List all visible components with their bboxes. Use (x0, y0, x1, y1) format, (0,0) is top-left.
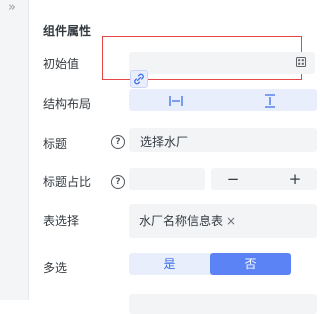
decrement-button[interactable]: − (223, 168, 243, 190)
table-select-label: 表选择 (43, 214, 80, 228)
table-tag: 水厂名称信息表 × (139, 212, 236, 229)
multi-select-toggle: 是 否 (129, 253, 291, 275)
grid-icon[interactable] (296, 57, 306, 67)
title-ratio-input[interactable] (129, 168, 205, 190)
help-icon[interactable]: ? (111, 135, 125, 149)
initial-value-label: 初始值 (43, 57, 80, 71)
vertical-layout-icon (265, 93, 275, 108)
title-ratio-label: 标题占比 (43, 175, 92, 189)
multi-yes-option[interactable]: 是 (129, 253, 210, 275)
horizontal-layout-icon (169, 95, 183, 106)
layout-toggle (129, 89, 317, 111)
help-icon[interactable]: ? (111, 175, 125, 189)
layout-label: 结构布局 (43, 97, 92, 111)
section-title: 组件属性 (43, 24, 92, 38)
property-panel: 组件属性 初始值 结构布局 标题 ? 选择水厂 标题占比 ? − + 表选择 水… (28, 0, 317, 314)
title-value: 选择水厂 (140, 135, 189, 149)
next-row-input[interactable] (129, 294, 317, 314)
multi-select-label: 多选 (43, 261, 68, 275)
vertical-layout-option[interactable] (223, 89, 317, 111)
tag-close-icon[interactable]: × (226, 214, 236, 228)
side-gutter: » (0, 0, 29, 300)
title-input[interactable]: 选择水厂 (129, 128, 317, 152)
horizontal-layout-option[interactable] (129, 89, 223, 111)
increment-button[interactable]: + (285, 168, 305, 190)
title-ratio-stepper: − + (211, 168, 317, 190)
double-chevron-right-icon[interactable]: » (8, 1, 22, 16)
title-label: 标题 (43, 137, 68, 151)
initial-value-input[interactable] (129, 52, 315, 74)
link-icon[interactable] (130, 70, 148, 88)
table-tag-label: 水厂名称信息表 (139, 214, 224, 228)
multi-no-option[interactable]: 否 (210, 253, 291, 275)
